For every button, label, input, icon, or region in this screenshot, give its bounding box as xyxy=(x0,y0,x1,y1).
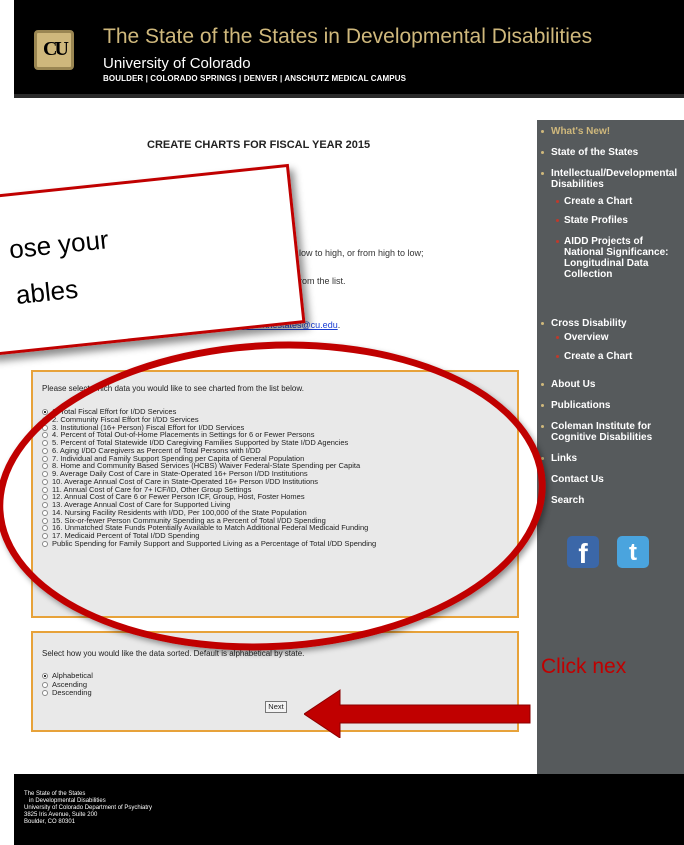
footer-line: The State of the States xyxy=(24,791,86,797)
sidebar-item[interactable]: Links xyxy=(551,453,679,464)
footer-line: University of Colorado Department of Psy… xyxy=(24,805,153,811)
sort-option[interactable]: Alphabetical xyxy=(42,672,93,680)
sort-option[interactable]: Descending xyxy=(42,689,92,697)
cu-logo-icon[interactable]: CU xyxy=(34,30,74,70)
campus-list: BOULDER | COLORADO SPRINGS | DENVER | AN… xyxy=(103,74,407,83)
logo-text: CU xyxy=(43,38,69,60)
footer-line: 3825 Iris Avenue, Suite 200 xyxy=(24,812,98,818)
sort-option-label: Descending xyxy=(52,688,92,697)
university-name[interactable]: University of Colorado xyxy=(103,55,251,72)
sidebar-item[interactable]: Coleman Institute for Cognitive Disabili… xyxy=(551,421,679,443)
left-margin xyxy=(0,0,14,845)
arrow-icon xyxy=(304,689,531,738)
callout-text-line2: ables xyxy=(14,273,80,310)
nav-bullet-icon xyxy=(541,404,544,407)
sidebar-item[interactable]: Overview xyxy=(564,332,674,343)
nav-bullet-icon xyxy=(556,200,559,203)
next-button[interactable]: Next xyxy=(265,701,287,713)
nav-bullet-icon xyxy=(556,219,559,222)
footer-line: Boulder, CO 80301 xyxy=(24,819,76,825)
callout-box: ose your ables xyxy=(0,163,306,357)
nav-bullet-icon xyxy=(541,151,544,154)
radio-icon[interactable] xyxy=(42,673,48,679)
nav-bullet-icon xyxy=(541,425,544,428)
sidebar-item[interactable]: Intellectual/Developmental Disabilities xyxy=(551,168,679,190)
sidebar-item[interactable]: AIDD Projects of National Significance: … xyxy=(564,236,674,280)
sidebar-item[interactable]: Cross Disability xyxy=(551,318,679,329)
sidebar-item[interactable]: State of the States xyxy=(551,147,679,158)
callout-text-line1: ose your xyxy=(7,224,110,265)
facebook-icon[interactable]: f xyxy=(567,536,599,569)
sidebar-item[interactable]: Create a Chart xyxy=(564,196,674,207)
nav-bullet-icon xyxy=(541,383,544,386)
nav-bullet-icon xyxy=(541,172,544,175)
instruction-sort: low to high, or from high to low; xyxy=(299,248,424,258)
nav-bullet-icon xyxy=(541,130,544,133)
sidebar-item[interactable]: Create a Chart xyxy=(564,351,674,362)
twitter-icon[interactable]: t xyxy=(617,536,649,568)
nav-bullet-icon xyxy=(541,322,544,325)
sidebar-item[interactable]: What's New! xyxy=(551,126,679,137)
nav-bullet-icon xyxy=(556,240,559,243)
sidebar-item[interactable]: Search xyxy=(551,495,679,506)
nav-bullet-icon xyxy=(556,336,559,339)
instruction-list: rom the list. xyxy=(299,276,346,286)
click-next-annotation: Click nex xyxy=(541,655,627,678)
sort-option-label: Alphabetical xyxy=(52,671,93,680)
email-trailing: . xyxy=(337,320,341,330)
radio-icon[interactable] xyxy=(42,681,48,688)
footer-line: in Developmental Disabilities xyxy=(29,798,106,804)
sidebar-item[interactable]: State Profiles xyxy=(564,215,674,226)
nav-bullet-icon xyxy=(556,355,559,358)
sidebar-item[interactable]: Contact Us xyxy=(551,474,679,485)
site-title[interactable]: The State of the States in Developmental… xyxy=(103,25,592,49)
page-title: CREATE CHARTS FOR FISCAL YEAR 2015 xyxy=(147,139,371,151)
sidebar-item[interactable]: About Us xyxy=(551,379,679,390)
site-footer: The State of the States in Developmental… xyxy=(14,774,684,845)
radio-icon[interactable] xyxy=(42,690,48,696)
sidebar-item[interactable]: Publications xyxy=(551,400,679,411)
site-header: CU The State of the States in Developmen… xyxy=(14,0,684,98)
